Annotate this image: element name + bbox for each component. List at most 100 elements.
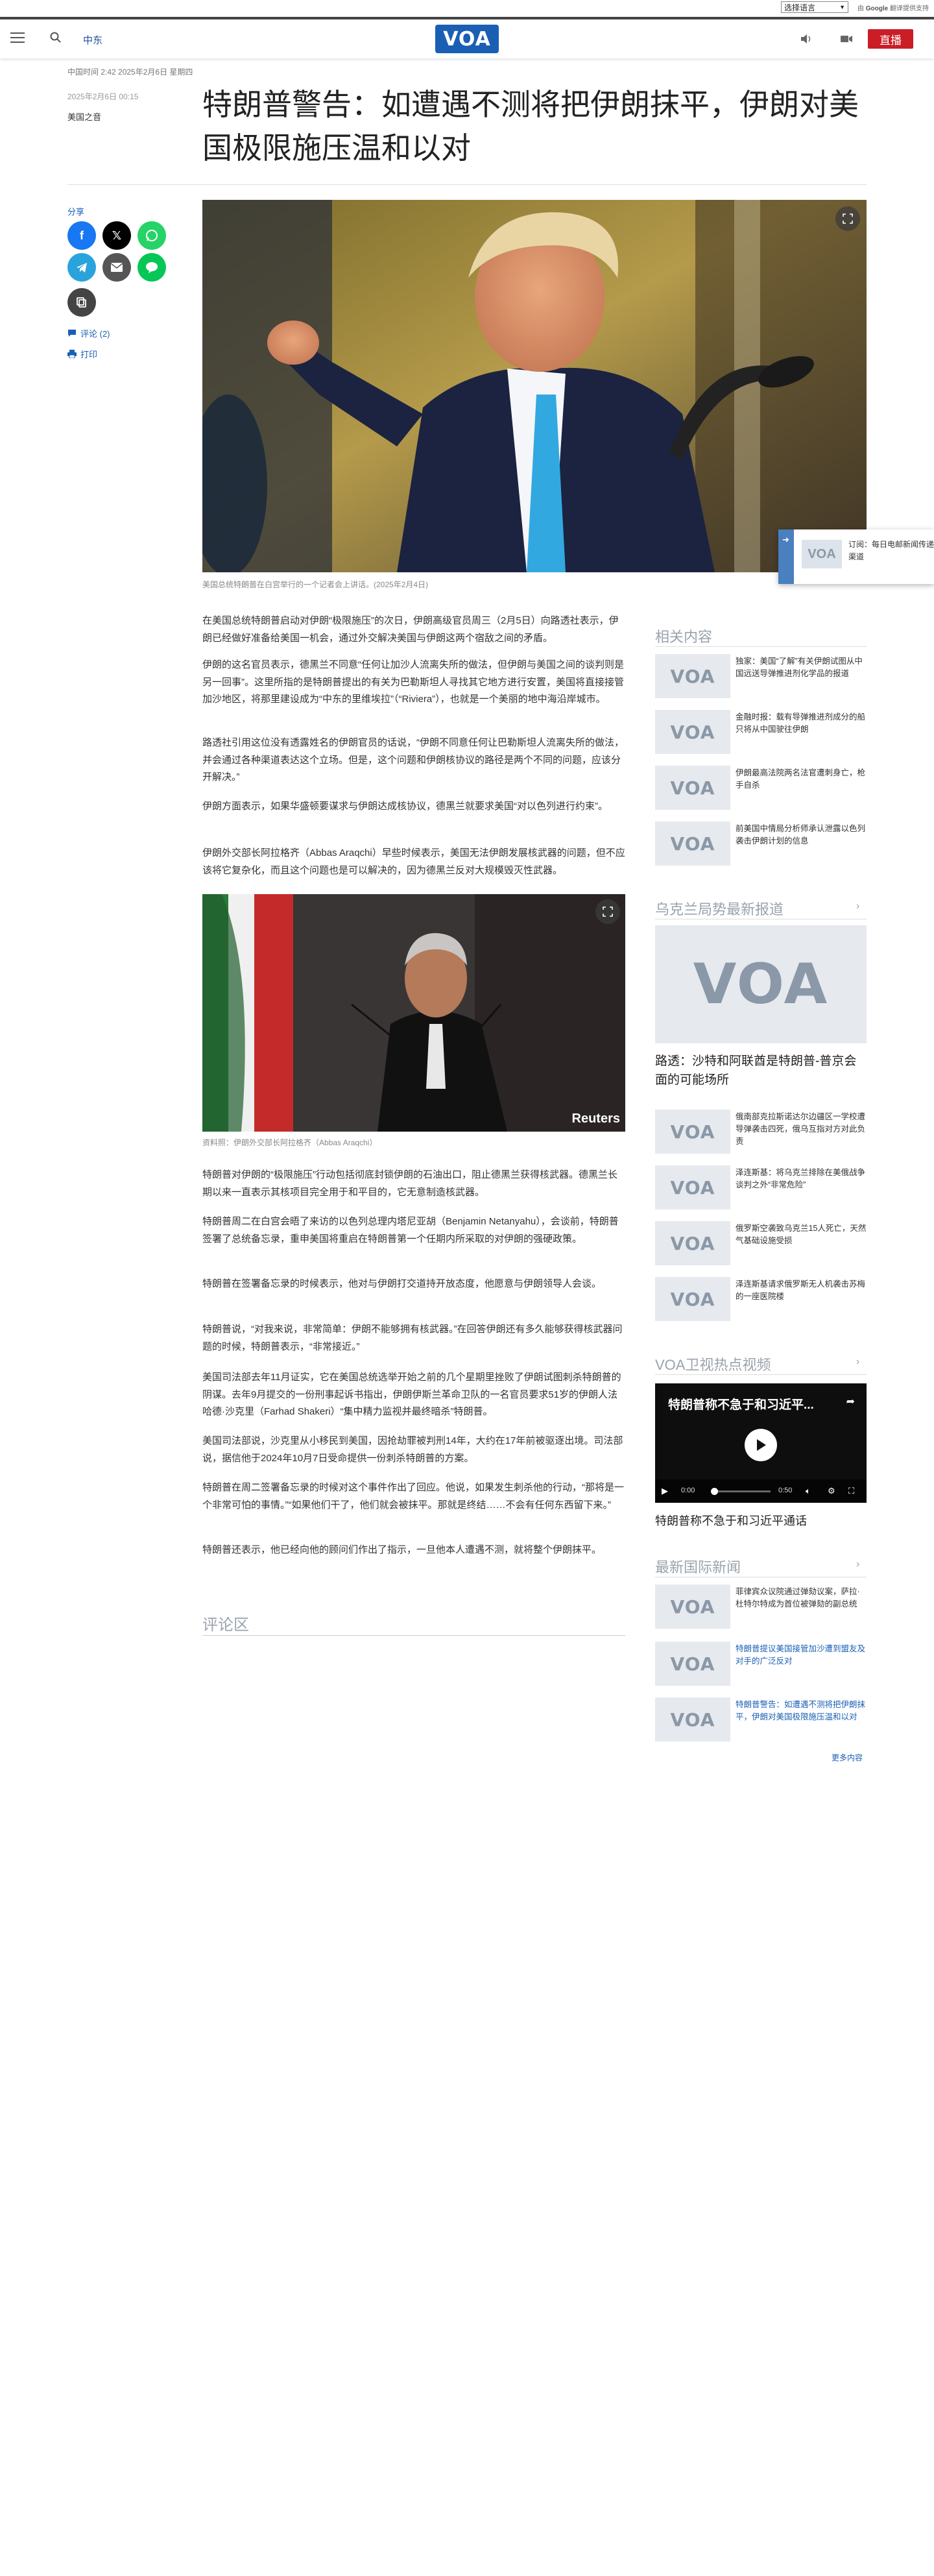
ukraine-lead-thumbnail[interactable]: VOA xyxy=(655,925,867,1043)
related-item-title: 伊朗最高法院两名法官遭刺身亡，枪手自杀 xyxy=(736,768,866,790)
share-icon[interactable]: ➦ xyxy=(846,1395,855,1408)
chevron-down-icon: ▼ xyxy=(839,4,845,10)
x-icon: 𝕏 xyxy=(112,228,122,242)
thumbnail: VOA xyxy=(655,654,730,698)
play-icon[interactable]: ▶ xyxy=(662,1486,668,1496)
comments-link[interactable]: 评论 (2) xyxy=(67,327,110,339)
ukraine-lead-headline[interactable]: 路透：沙特和阿联酋是特朗普-普京会面的可能场所 xyxy=(655,1052,867,1089)
copy-link-icon xyxy=(77,297,86,308)
whatsapp-share-button[interactable] xyxy=(138,221,166,250)
thumbnail-logo: VOA xyxy=(670,1232,715,1254)
related-item-title: 金融时报：载有导弹推进剂成分的船只将从中国驶往伊朗 xyxy=(736,712,866,734)
ukraine-item-title: 俄南部克拉斯诺达尔边疆区一学校遭导弹袭击四死，俄乌互指对方对此负责 xyxy=(736,1112,866,1146)
intl-item-title: 特朗普提议美国接管加沙遭到盟友及对手的广泛反对 xyxy=(736,1644,866,1666)
inline-caption: 资料照：伊朗外交部长阿拉格齐（Abbas Araqchi） xyxy=(202,1138,377,1147)
section-link-middle-east[interactable]: 中东 xyxy=(83,33,102,47)
ukraine-item-title: 泽连斯基：将乌克兰排除在美俄战争谈判之外“非常危险” xyxy=(736,1168,866,1189)
print-link-label: 打印 xyxy=(80,350,98,359)
intl-item[interactable]: VOA 特朗普提议美国接管加沙遭到盟友及对手的广泛反对 xyxy=(655,1642,867,1686)
related-item[interactable]: VOA 伊朗最高法院两名法官遭刺身亡，枪手自杀 xyxy=(655,766,867,810)
ukraine-item[interactable]: VOA 泽连斯基：将乌克兰排除在美俄战争谈判之外“非常危险” xyxy=(655,1165,867,1209)
fullscreen-icon[interactable]: ⛶ xyxy=(848,1486,854,1496)
email-icon xyxy=(110,263,123,272)
divider xyxy=(655,646,867,647)
paragraph: 伊朗方面表示，如果华盛顿要谋求与伊朗达成核协议，德黑兰就要求美国“对以色列进行约… xyxy=(202,801,608,812)
divider xyxy=(655,1374,867,1375)
thumbnail: VOA xyxy=(655,1697,730,1742)
video-caption[interactable]: 特朗普称不急于和习近平通话 xyxy=(655,1512,807,1529)
thumbnail-logo: VOA xyxy=(670,1653,715,1675)
telegram-share-button[interactable] xyxy=(67,253,96,282)
thumbnail: VOA xyxy=(655,1110,730,1154)
article-author[interactable]: 美国之音 xyxy=(67,110,101,123)
thumbnail: VOA xyxy=(655,821,730,866)
menu-icon[interactable] xyxy=(10,32,25,43)
thumbnail: VOA xyxy=(655,1585,730,1629)
chevron-right-icon[interactable]: › xyxy=(856,901,859,912)
site-header: 中东 VOA 直播 xyxy=(0,17,934,58)
paragraph: 美国司法部说，沙克里从小移民到美国，因抢劫罪被判刑14年，大约在17年前被驱逐出… xyxy=(202,1435,623,1464)
expand-image-button[interactable] xyxy=(595,899,620,924)
search-icon[interactable] xyxy=(49,31,62,44)
expand-image-button[interactable] xyxy=(835,206,860,231)
x-share-button[interactable]: 𝕏 xyxy=(102,221,131,250)
intl-heading[interactable]: 最新国际新闻 xyxy=(655,1556,741,1577)
language-select[interactable]: 选择语言 ▼ xyxy=(781,1,848,13)
settings-icon[interactable]: ⚙︎ xyxy=(828,1486,835,1496)
progress-handle[interactable] xyxy=(711,1488,718,1495)
ukraine-item[interactable]: VOA 俄罗斯空袭致乌克兰15人死亡，天然气基础设施受损 xyxy=(655,1221,867,1265)
thumbnail: VOA xyxy=(655,1277,730,1321)
video-controls: ▶ 0:00 0:50 🔈︎ ⚙︎ ⛶ xyxy=(655,1479,867,1503)
subscribe-banner[interactable]: ➜ VOA 订阅：每日电邮新闻传递渠道 xyxy=(778,529,934,584)
intl-item-title: 菲律宾众议院通过弹劾议案，萨拉·杜特尔特成为首位被弹劾的副总统 xyxy=(736,1587,860,1609)
play-icon xyxy=(757,1439,766,1451)
thumbnail: VOA xyxy=(655,1221,730,1265)
translate-prefix: 由 xyxy=(857,5,864,12)
intl-item[interactable]: VOA 菲律宾众议院通过弹劾议案，萨拉·杜特尔特成为首位被弹劾的副总统 xyxy=(655,1585,867,1629)
play-button[interactable] xyxy=(745,1429,777,1461)
comments-heading: 评论区 xyxy=(202,1616,249,1634)
related-item[interactable]: VOA 前美国中情局分析师承认泄露以色列袭击伊朗计划的信息 xyxy=(655,821,867,866)
ukraine-item[interactable]: VOA 俄南部克拉斯诺达尔边疆区一学校遭导弹袭击四死，俄乌互指对方对此负责 xyxy=(655,1110,867,1154)
more-link[interactable]: 更多内容 xyxy=(832,1752,863,1763)
chevron-right-icon[interactable]: › xyxy=(856,1559,859,1570)
email-share-button[interactable] xyxy=(102,253,131,282)
ukraine-heading[interactable]: 乌克兰局势最新报道 xyxy=(655,898,784,919)
expand-icon xyxy=(843,213,853,224)
video-player[interactable]: 特朗普称不急于和习近平... ➦ ▶ 0:00 0:50 🔈︎ ⚙︎ ⛶ xyxy=(655,1383,867,1503)
facebook-share-button[interactable]: f xyxy=(67,221,96,250)
chevron-right-icon[interactable]: › xyxy=(856,1356,859,1368)
video-progress-bar[interactable] xyxy=(712,1490,771,1492)
voa-logo[interactable]: VOA xyxy=(435,25,499,53)
inline-photo xyxy=(202,894,625,1132)
paragraph: 伊朗外交部长阿拉格齐（Abbas Araqchi）早些时候表示，美国无法伊朗发展… xyxy=(202,847,625,876)
divider xyxy=(67,184,867,185)
ukraine-item-title: 俄罗斯空袭致乌克兰15人死亡，天然气基础设施受损 xyxy=(736,1224,867,1245)
thumbnail: VOA xyxy=(655,710,730,754)
related-item[interactable]: VOA 独家：美国“了解”有关伊朗试图从中国远送导弹推进剂化学品的报道 xyxy=(655,654,867,698)
video-icon[interactable] xyxy=(839,32,854,45)
current-time: 0:00 xyxy=(681,1487,695,1494)
line-share-button[interactable] xyxy=(138,253,166,282)
volume-icon[interactable]: 🔈︎ xyxy=(806,1486,811,1496)
video-heading[interactable]: VOA卫视热点视频 xyxy=(655,1354,771,1374)
hero-image[interactable] xyxy=(202,200,867,572)
translate-credit[interactable]: 由 Google 翻译提供支持 xyxy=(857,3,929,12)
copy-link-button[interactable] xyxy=(67,288,96,317)
related-item[interactable]: VOA 金融时报：载有导弹推进剂成分的船只将从中国驶往伊朗 xyxy=(655,710,867,754)
intl-item[interactable]: VOA 特朗普警告：如遭遇不测将把伊朗抹平，伊朗对美国极限施压温和以对 xyxy=(655,1697,867,1742)
video-overlay-title: 特朗普称不急于和习近平... xyxy=(668,1398,814,1412)
related-item-title: 独家：美国“了解”有关伊朗试图从中国远送导弹推进剂化学品的报道 xyxy=(736,657,863,678)
thumbnail: VOA xyxy=(655,766,730,810)
ukraine-item[interactable]: VOA 泽连斯基请求俄罗斯无人机袭击苏梅的一座医院楼 xyxy=(655,1277,867,1321)
thumbnail-logo: VOA xyxy=(670,832,715,855)
inline-image[interactable]: Reuters xyxy=(202,894,625,1132)
arrow-right-icon: ➜ xyxy=(782,535,789,544)
live-button[interactable]: 直播 xyxy=(868,29,913,49)
audio-icon[interactable] xyxy=(799,32,813,45)
translate-bar: 选择语言 ▼ 由 Google 翻译提供支持 xyxy=(0,0,934,16)
print-link[interactable]: 打印 xyxy=(67,348,97,360)
article-timestamp: 中国时间 2:42 2025年2月6日 星期四 xyxy=(67,67,193,77)
thumbnail-logo: VOA xyxy=(693,952,829,1017)
thumbnail-logo: VOA xyxy=(670,777,715,799)
